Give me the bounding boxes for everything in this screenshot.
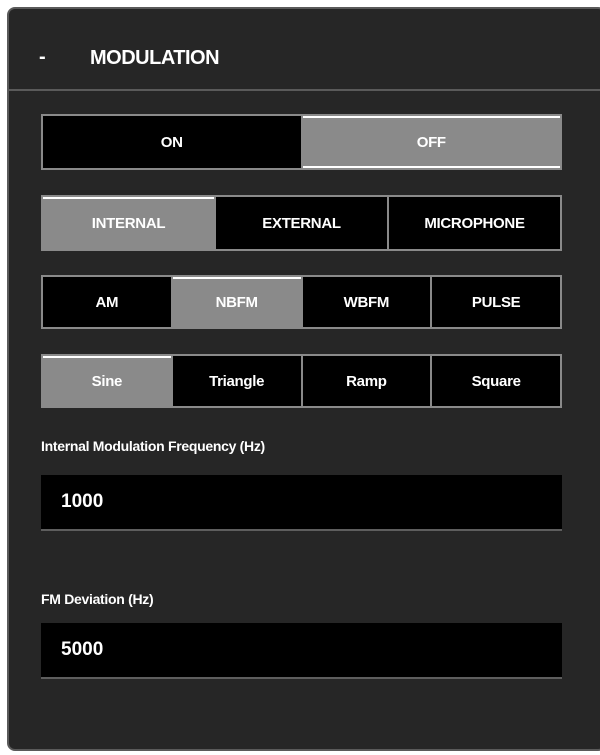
panel-header: - MODULATION xyxy=(9,9,600,91)
type-wbfm-button[interactable]: WBFM xyxy=(303,277,433,327)
fm-deviation-input[interactable] xyxy=(41,623,562,679)
modulation-type-group: AM NBFM WBFM PULSE xyxy=(41,275,562,329)
power-toggle-group: ON OFF xyxy=(41,114,562,170)
wave-sine-button[interactable]: Sine xyxy=(43,356,173,406)
source-microphone-button[interactable]: MICROPHONE xyxy=(389,197,560,249)
source-external-button[interactable]: EXTERNAL xyxy=(216,197,389,249)
wave-triangle-button[interactable]: Triangle xyxy=(173,356,303,406)
internal-freq-label: Internal Modulation Frequency (Hz) xyxy=(41,438,265,454)
source-internal-button[interactable]: INTERNAL xyxy=(43,197,216,249)
wave-square-button[interactable]: Square xyxy=(432,356,560,406)
collapse-toggle[interactable]: - xyxy=(39,47,46,67)
power-on-button[interactable]: ON xyxy=(43,116,303,168)
panel-title: MODULATION xyxy=(90,47,220,69)
fm-deviation-label: FM Deviation (Hz) xyxy=(41,591,154,607)
source-toggle-group: INTERNAL EXTERNAL MICROPHONE xyxy=(41,195,562,251)
wave-ramp-button[interactable]: Ramp xyxy=(303,356,433,406)
waveform-group: Sine Triangle Ramp Square xyxy=(41,354,562,408)
type-nbfm-button[interactable]: NBFM xyxy=(172,277,303,327)
type-am-button[interactable]: AM xyxy=(43,277,173,327)
internal-freq-input[interactable] xyxy=(41,475,562,531)
type-pulse-button[interactable]: PULSE xyxy=(432,277,560,327)
power-off-button[interactable]: OFF xyxy=(302,116,560,168)
